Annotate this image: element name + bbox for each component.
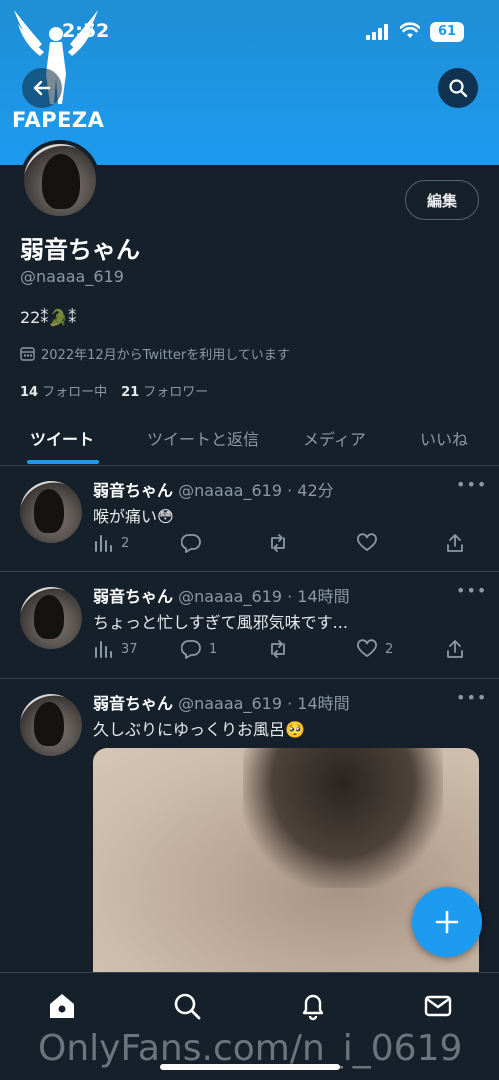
tweet-meta: @naaaa_619 · 14時間 bbox=[178, 587, 350, 606]
tweet-avatar[interactable] bbox=[20, 481, 82, 543]
profile-avatar[interactable] bbox=[20, 140, 100, 220]
like-count: 2 bbox=[385, 641, 394, 657]
more-options-icon[interactable]: ••• bbox=[456, 581, 487, 600]
joined-text: 2022年12月からTwitterを利用しています bbox=[41, 348, 290, 363]
notifications-icon[interactable] bbox=[298, 991, 328, 1021]
share-icon bbox=[447, 640, 463, 658]
tab-tweets[interactable]: ツイート bbox=[30, 426, 94, 450]
views-icon bbox=[95, 535, 112, 552]
followers-link[interactable]: 21 フォロワー bbox=[121, 381, 208, 400]
followers-label: フォロワー bbox=[143, 385, 209, 400]
back-button[interactable] bbox=[22, 68, 62, 108]
tweet-author-name: 弱音ちゃん bbox=[93, 587, 174, 606]
share-icon bbox=[447, 534, 463, 552]
tweet-actions: 37 1 2 bbox=[93, 639, 473, 663]
search-icon bbox=[449, 79, 468, 98]
profile-display-name: 弱音ちゃん bbox=[20, 236, 140, 264]
views-action[interactable]: 2 bbox=[93, 533, 129, 553]
messages-icon[interactable] bbox=[423, 991, 453, 1021]
follow-stats: 14 フォロー中 21 フォロワー bbox=[20, 381, 208, 400]
retweet-icon bbox=[271, 534, 285, 552]
tweet-text: 久しぶりにゆっくりお風呂🥺 bbox=[93, 720, 305, 739]
tweet-actions: 2 bbox=[93, 533, 473, 557]
like-icon bbox=[357, 639, 377, 658]
tweet[interactable]: 弱音ちゃん @naaaa_619 · 14時間 ••• ちょっと忙しすぎて風邪気… bbox=[0, 573, 499, 679]
tweet-avatar[interactable] bbox=[20, 694, 82, 756]
like-action[interactable]: 2 bbox=[357, 639, 393, 659]
share-action[interactable] bbox=[445, 639, 465, 659]
reply-icon bbox=[181, 534, 201, 553]
more-options-icon[interactable]: ••• bbox=[456, 475, 487, 494]
tweet-text: 喉が痛い😳 bbox=[93, 507, 174, 526]
views-count: 37 bbox=[121, 641, 138, 657]
tweet-media-image[interactable] bbox=[93, 748, 479, 1008]
compose-icon bbox=[435, 910, 459, 934]
watermark-url: OnlyFans.com/n_i_0619 bbox=[38, 1028, 463, 1069]
like-icon bbox=[357, 533, 377, 552]
profile-handle: @naaaa_619 bbox=[20, 267, 124, 286]
tweet-header: 弱音ちゃん @naaaa_619 · 14時間 bbox=[93, 690, 350, 714]
reply-action[interactable] bbox=[181, 533, 209, 553]
tweet-author-name: 弱音ちゃん bbox=[93, 481, 174, 500]
profile-tabs: ツイート ツイートと返信 メディア いいね bbox=[0, 412, 499, 466]
tweet-avatar[interactable] bbox=[20, 587, 82, 649]
tweet-header: 弱音ちゃん @naaaa_619 · 42分 bbox=[93, 477, 334, 501]
reply-action[interactable]: 1 bbox=[181, 639, 217, 659]
tweet[interactable]: 弱音ちゃん @naaaa_619 · 42分 ••• 喉が痛い😳 2 bbox=[0, 467, 499, 572]
following-link[interactable]: 14 フォロー中 bbox=[20, 381, 107, 400]
battery-indicator: 61 bbox=[430, 22, 464, 42]
views-icon bbox=[95, 641, 112, 658]
compose-tweet-button[interactable] bbox=[412, 887, 482, 957]
share-action[interactable] bbox=[445, 533, 465, 553]
active-tab-indicator bbox=[27, 460, 99, 464]
back-arrow-icon bbox=[33, 80, 51, 96]
tweet-meta: @naaaa_619 · 42分 bbox=[178, 481, 334, 500]
wifi-icon bbox=[400, 22, 420, 38]
reply-icon bbox=[181, 640, 201, 659]
calendar-icon bbox=[20, 347, 35, 361]
followers-count: 21 bbox=[121, 385, 140, 400]
home-icon[interactable] bbox=[47, 991, 77, 1021]
retweet-action[interactable] bbox=[268, 533, 296, 553]
retweet-action[interactable] bbox=[268, 639, 296, 659]
reply-count: 1 bbox=[209, 641, 218, 657]
explore-icon[interactable] bbox=[172, 991, 202, 1021]
following-label: フォロー中 bbox=[42, 385, 108, 400]
views-count: 2 bbox=[121, 535, 130, 551]
profile-bio: 22⁑🐊⁑ bbox=[20, 308, 77, 327]
profile-joined: 2022年12月からTwitterを利用しています bbox=[20, 344, 290, 363]
tweet-meta: @naaaa_619 · 14時間 bbox=[178, 694, 350, 713]
views-action[interactable]: 37 bbox=[93, 639, 138, 659]
cellular-signal-icon bbox=[366, 24, 388, 40]
watermark-logo-text: FAPEZA bbox=[12, 108, 105, 132]
tweet-author-name: 弱音ちゃん bbox=[93, 694, 174, 713]
retweet-icon bbox=[271, 640, 285, 658]
tab-likes[interactable]: いいね bbox=[420, 426, 468, 450]
like-action[interactable] bbox=[357, 533, 385, 553]
tab-media[interactable]: メディア bbox=[303, 426, 366, 450]
tweet-header: 弱音ちゃん @naaaa_619 · 14時間 bbox=[93, 583, 350, 607]
tab-tweets-and-replies[interactable]: ツイートと返信 bbox=[147, 426, 259, 450]
search-button[interactable] bbox=[438, 68, 478, 108]
home-indicator[interactable] bbox=[160, 1064, 340, 1070]
more-options-icon[interactable]: ••• bbox=[456, 688, 487, 707]
edit-profile-button[interactable]: 編集 bbox=[405, 180, 479, 220]
tweet-text: ちょっと忙しすぎて風邪気味です... bbox=[93, 613, 348, 632]
following-count: 14 bbox=[20, 385, 39, 400]
